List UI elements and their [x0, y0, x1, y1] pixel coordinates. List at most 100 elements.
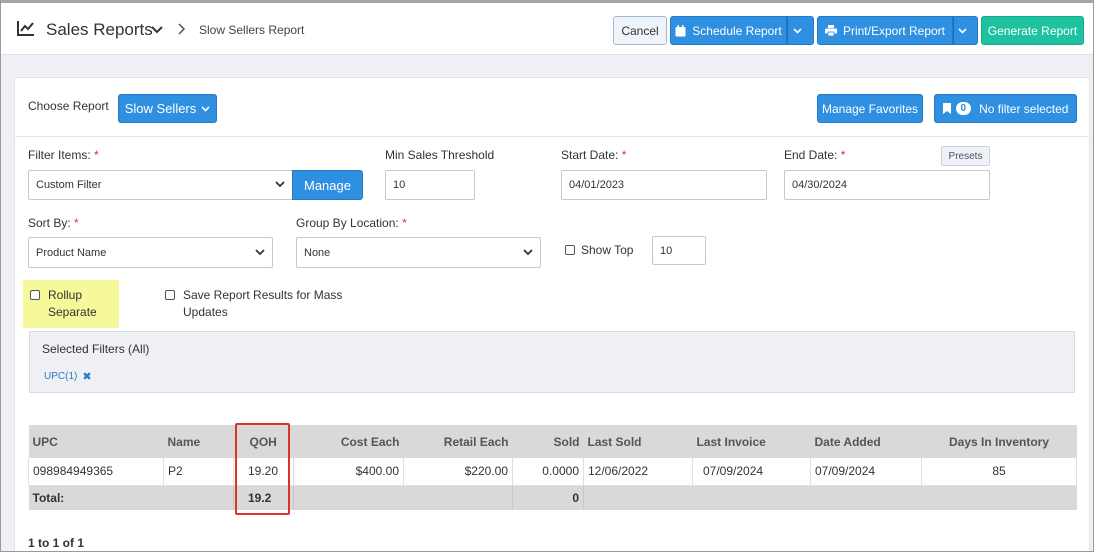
- show-top-input[interactable]: 10: [652, 236, 706, 265]
- min-sales-input[interactable]: 10: [385, 170, 475, 200]
- start-date-input[interactable]: 04/01/2023: [561, 170, 767, 200]
- filter-tag-label: UPC(1): [44, 371, 78, 382]
- end-date-input[interactable]: 04/30/2024: [784, 170, 990, 200]
- report-table: UPC Name QOH Cost Each Retail Each Sold …: [28, 425, 1077, 510]
- filter-items-label-text: Filter Items:: [28, 148, 91, 162]
- manage-filter-button[interactable]: Manage: [292, 170, 363, 200]
- sort-by-label: Sort By: *: [28, 216, 79, 230]
- required-mark: *: [621, 148, 627, 162]
- rollup-label-line2: Separate: [48, 305, 97, 319]
- column-header-upc[interactable]: UPC: [28, 425, 164, 458]
- cancel-button[interactable]: Cancel: [613, 16, 667, 45]
- start-date-value: 04/01/2023: [569, 179, 625, 191]
- cell-sold: 0.0000: [512, 458, 584, 486]
- column-header-date-added[interactable]: Date Added: [810, 425, 922, 458]
- chevron-down-icon: [958, 27, 967, 34]
- end-date-label: End Date: *: [784, 148, 845, 162]
- total-empty-cell: [293, 485, 404, 510]
- column-header-last-invoice[interactable]: Last Invoice: [692, 425, 811, 458]
- chevron-down-icon[interactable]: [151, 25, 163, 35]
- print-dropdown-button[interactable]: [953, 16, 978, 45]
- filter-count-badge: 0: [955, 102, 972, 115]
- column-header-cost-each[interactable]: Cost Each: [293, 425, 404, 458]
- sort-by-select[interactable]: Product Name: [28, 237, 273, 268]
- filter-status-button[interactable]: 0 No filter selected: [934, 94, 1077, 123]
- end-date-value: 04/30/2024: [792, 179, 848, 191]
- column-header-name[interactable]: Name: [163, 425, 234, 458]
- start-date-label-text: Start Date:: [561, 148, 619, 162]
- table-total-row: Total: 19.2 0: [28, 485, 1077, 510]
- chevron-down-icon: [275, 181, 285, 188]
- report-panel: Choose Report Slow Sellers Manage Favori…: [14, 77, 1090, 551]
- save-results-label-line1: Save Report Results for Mass: [183, 288, 343, 302]
- manage-favorites-button[interactable]: Manage Favorites: [817, 94, 923, 123]
- cancel-label: Cancel: [621, 23, 659, 38]
- cell-days-in-inventory: 85: [921, 458, 1077, 486]
- printer-icon: [824, 25, 837, 36]
- cell-name: P2: [163, 458, 234, 486]
- remove-filter-icon[interactable]: ✖: [82, 370, 91, 383]
- manage-favorites-label: Manage Favorites: [821, 101, 919, 116]
- schedule-label: Schedule Report: [692, 23, 782, 38]
- bookmark-icon: [942, 103, 951, 114]
- required-mark: *: [74, 216, 79, 230]
- breadcrumb-separator-icon: [178, 23, 186, 35]
- required-mark: *: [840, 148, 846, 162]
- filter-status-label: No filter selected: [979, 101, 1069, 116]
- group-by-label-text: Group By Location:: [296, 216, 399, 230]
- group-by-select[interactable]: None: [296, 237, 541, 268]
- show-top-checkbox[interactable]: [565, 245, 575, 255]
- chevron-down-icon: [201, 105, 210, 112]
- generate-label: Generate Report: [987, 23, 1078, 38]
- filter-items-value: Custom Filter: [36, 179, 102, 191]
- total-sold: 0: [512, 485, 584, 510]
- print-label: Print/Export Report: [842, 23, 946, 38]
- selected-filters-box: Selected Filters (All) UPC(1) ✖: [29, 331, 1075, 393]
- filter-tag[interactable]: UPC(1) ✖: [44, 370, 92, 383]
- manage-label: Manage: [304, 177, 351, 193]
- calendar-icon: [675, 24, 686, 36]
- selected-report: Slow Sellers: [124, 101, 197, 116]
- selected-filters-title: Selected Filters (All): [42, 342, 150, 356]
- chevron-down-icon: [255, 248, 265, 255]
- schedule-report-button[interactable]: Schedule Report: [670, 16, 787, 45]
- rollup-label-line1: Rollup: [48, 288, 83, 302]
- schedule-dropdown-button[interactable]: [787, 16, 814, 45]
- breadcrumb-current: Slow Sellers Report: [199, 23, 305, 37]
- total-empty-cell: [403, 485, 513, 510]
- qoh-annotation-box: [235, 423, 290, 515]
- required-mark: *: [94, 148, 99, 162]
- save-results-checkbox[interactable]: [165, 290, 175, 300]
- table-row[interactable]: 098984949365 P2 19.20 $400.00 $220.00 0.…: [28, 458, 1077, 486]
- chevron-down-icon: [523, 248, 533, 255]
- save-results-label-line2: Updates: [183, 305, 228, 319]
- rollup-separate-checkbox[interactable]: [30, 290, 40, 300]
- start-date-label: Start Date: *: [561, 148, 626, 162]
- filter-items-select[interactable]: Custom Filter: [28, 170, 293, 200]
- page-title: Sales Reports: [46, 20, 153, 39]
- generate-report-button[interactable]: Generate Report: [981, 16, 1084, 45]
- show-top-value: 10: [660, 244, 673, 257]
- required-mark: *: [402, 216, 407, 230]
- cell-last-sold: 12/06/2022: [583, 458, 693, 486]
- column-header-retail-each[interactable]: Retail Each: [403, 425, 513, 458]
- column-header-last-sold[interactable]: Last Sold: [583, 425, 693, 458]
- cell-date-added: 07/09/2024: [810, 458, 922, 486]
- divider: [15, 136, 1089, 137]
- group-by-value: None: [304, 246, 331, 259]
- print-export-button[interactable]: Print/Export Report: [817, 16, 953, 45]
- presets-button[interactable]: Presets: [941, 146, 990, 166]
- column-header-sold[interactable]: Sold: [512, 425, 584, 458]
- cell-upc: 098984949365: [28, 458, 164, 486]
- total-label: Total:: [28, 485, 164, 510]
- chevron-down-icon: [793, 27, 802, 34]
- column-header-days-in-inventory[interactable]: Days In Inventory: [921, 425, 1077, 458]
- cell-last-invoice: 07/09/2024: [692, 458, 811, 486]
- total-empty-cell: [583, 485, 1077, 510]
- choose-report-dropdown[interactable]: Slow Sellers: [118, 94, 217, 123]
- line-chart-icon: [17, 21, 34, 36]
- sort-by-value: Product Name: [36, 246, 107, 259]
- group-by-label: Group By Location: *: [296, 216, 407, 230]
- app-window: Sales Reports Slow Sellers Report Cancel…: [0, 0, 1094, 552]
- total-empty-cell: [163, 485, 234, 510]
